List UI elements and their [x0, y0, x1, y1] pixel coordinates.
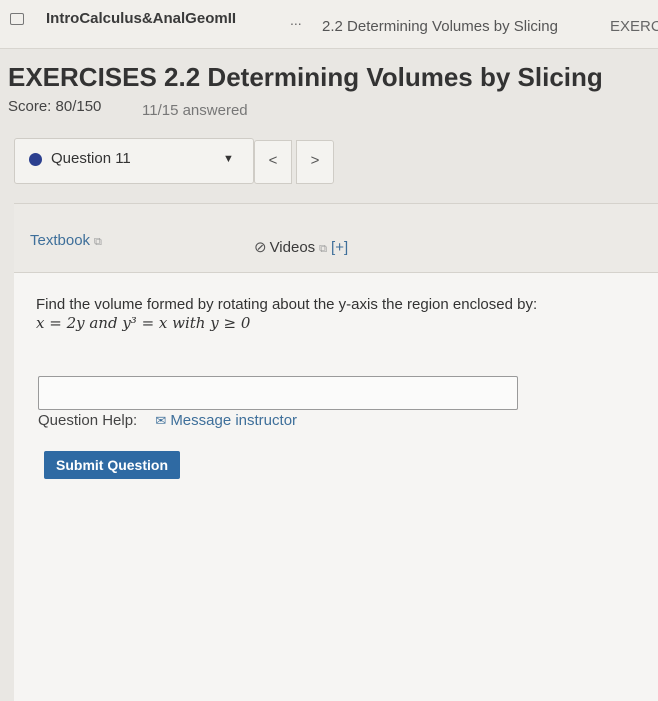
submit-question-button[interactable]: Submit Question [44, 451, 180, 479]
breadcrumb-ellipsis[interactable]: ... [290, 12, 302, 28]
question-select-label: Question 11 [51, 150, 131, 167]
score-text: Score: 80/150 [8, 98, 102, 115]
message-instructor-label: Message instructor [170, 412, 298, 429]
answer-input[interactable] [38, 376, 518, 410]
message-instructor-link[interactable]: ✉ Message instructor [155, 412, 297, 429]
videos-label: Videos [269, 239, 316, 256]
paperclip-icon: ⊘ [254, 239, 267, 256]
help-toolbar: Textbook ⧉ ⊘ Videos ⧉ [+] [14, 204, 658, 273]
caret-down-icon: ▼ [223, 153, 234, 165]
question-help: Question Help: ✉ Message instructor [38, 412, 297, 429]
breadcrumb-course[interactable]: IntroCalculus&AnalGeomII [46, 10, 236, 27]
question-prompt: Find the volume formed by rotating about… [36, 296, 538, 313]
breadcrumb-current[interactable]: 2.2 Determining Volumes by Slicing [322, 18, 558, 35]
next-question-button[interactable]: > [296, 140, 334, 184]
textbook-label: Textbook [30, 232, 91, 249]
question-help-label: Question Help: [38, 412, 138, 429]
textbook-link[interactable]: Textbook ⧉ [30, 232, 102, 249]
question-select[interactable]: Question 11 ▼ [14, 138, 254, 184]
question-math: x = 2y and y³ = x with y ≥ 0 [36, 314, 251, 332]
external-link-icon: ⧉ [94, 236, 102, 248]
page-title: EXERCISES 2.2 Determining Volumes by Sli… [8, 62, 603, 92]
breadcrumb: IntroCalculus&AnalGeomII ... 2.2 Determi… [0, 0, 658, 49]
question-panel: Textbook ⧉ ⊘ Videos ⧉ [+] Find the volume fo… [14, 203, 658, 701]
mail-icon: ✉ [155, 413, 167, 428]
page-icon [10, 13, 24, 25]
videos-link[interactable]: ⊘ Videos ⧉ [+] [254, 238, 348, 256]
status-dot-icon [29, 153, 42, 166]
answered-count: 11/15 answered [142, 102, 248, 119]
question-text: Find the volume formed by rotating about… [36, 295, 636, 333]
previous-question-button[interactable]: < [254, 140, 292, 184]
external-link-icon: ⧉ [319, 243, 328, 255]
breadcrumb-next[interactable]: EXERC [610, 18, 658, 35]
expand-videos-button[interactable]: [+] [331, 239, 348, 256]
